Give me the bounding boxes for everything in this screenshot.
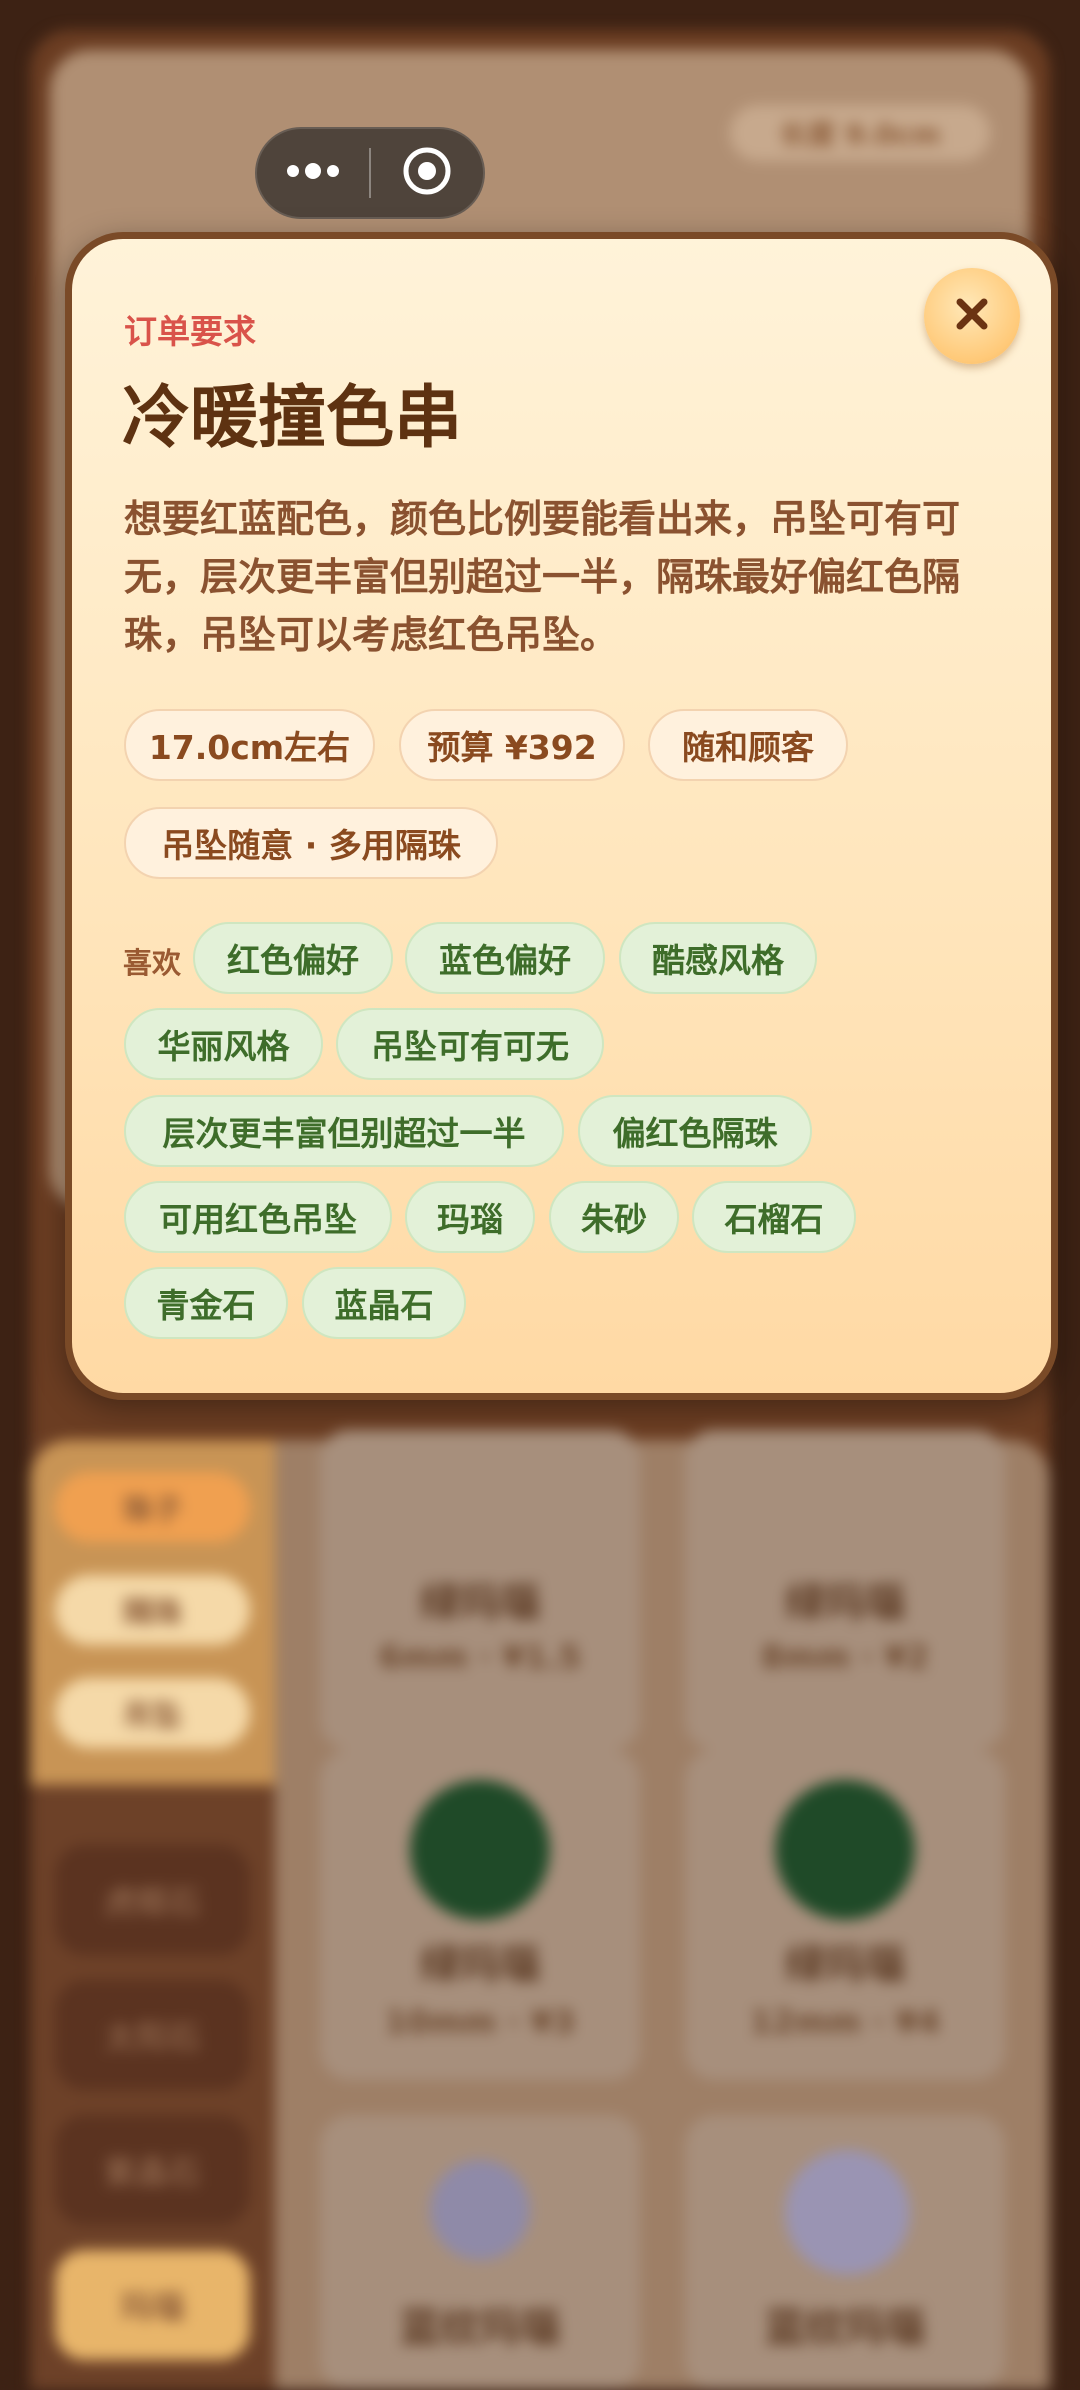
tab-pendants[interactable]: 吊坠 (55, 1678, 250, 1748)
bead-name: 绿玛瑙 (420, 1942, 540, 1988)
more-dots-icon (285, 163, 341, 183)
like-chip: 酷感风格 (619, 922, 817, 994)
bead-spec: 8mm · ¥2 (761, 1638, 929, 1676)
bead-spec: 12mm · ¥4 (749, 2003, 941, 2041)
like-chip: 石榴石 (692, 1181, 856, 1253)
target-icon (401, 145, 453, 201)
bead-name: 蓝纹玛瑙 (400, 2305, 560, 2351)
tag-length: 17.0cm左右 (124, 709, 375, 781)
likes-label: 喜欢 (123, 946, 182, 980)
like-chip: 红色偏好 (193, 922, 393, 994)
bead-image (775, 1780, 915, 1920)
miniprogram-capsule (255, 127, 485, 219)
tag-customer-type: 随和顾客 (648, 709, 848, 781)
bead-name: 绿玛瑙 (785, 1580, 905, 1626)
like-chip: 吊坠可有可无 (336, 1008, 604, 1080)
bead-image (410, 1780, 550, 1920)
like-chip: 蓝色偏好 (405, 922, 605, 994)
exit-button[interactable] (371, 127, 483, 219)
side-item-tiger-eye[interactable]: 虎眼石 (55, 1845, 250, 1955)
close-button[interactable] (924, 268, 1020, 364)
like-chip: 华丽风格 (124, 1008, 323, 1080)
like-chip: 青金石 (124, 1267, 288, 1339)
like-chip: 蓝晶石 (302, 1267, 466, 1339)
bead-name: 蓝纹玛瑙 (765, 2305, 925, 2351)
modal-section-label: 订单要求 (124, 312, 256, 351)
bead-image (430, 2160, 530, 2260)
like-chip: 层次更丰富但别超过一半 (124, 1095, 564, 1167)
side-item-agate[interactable]: 玛瑙 (55, 2250, 250, 2360)
side-item-sunstone[interactable]: 太阳石 (55, 1980, 250, 2090)
close-icon (954, 296, 990, 336)
order-title: 冷暖撞色串 (122, 379, 463, 458)
tag-pendant-spacer: 吊坠随意 · 多用隔珠 (124, 807, 498, 879)
side-item-amethyst[interactable]: 紫晶石 (55, 2115, 250, 2225)
tab-beads[interactable]: 珠子 (55, 1472, 250, 1542)
bead-spec: 10mm · ¥3 (384, 2003, 576, 2041)
bead-name: 绿玛瑙 (420, 1580, 540, 1626)
order-description: 想要红蓝配色，颜色比例要能看出来，吊坠可有可无，层次更丰富但别超过一半，隔珠最好… (124, 497, 961, 657)
tag-budget: 预算 ¥392 (399, 709, 625, 781)
more-button[interactable] (257, 127, 369, 219)
like-chip: 可用红色吊坠 (124, 1181, 392, 1253)
like-chip: 偏红色隔珠 (578, 1095, 812, 1167)
bead-name: 绿玛瑙 (785, 1942, 905, 1988)
like-chip: 朱砂 (549, 1181, 679, 1253)
like-chip: 玛瑙 (405, 1181, 535, 1253)
bead-spec: 6mm · ¥1.5 (378, 1638, 582, 1676)
tab-spacers[interactable]: 隔珠 (55, 1575, 250, 1645)
length-pill: 长度 9.0cm (730, 105, 990, 161)
bead-image (785, 2150, 910, 2275)
